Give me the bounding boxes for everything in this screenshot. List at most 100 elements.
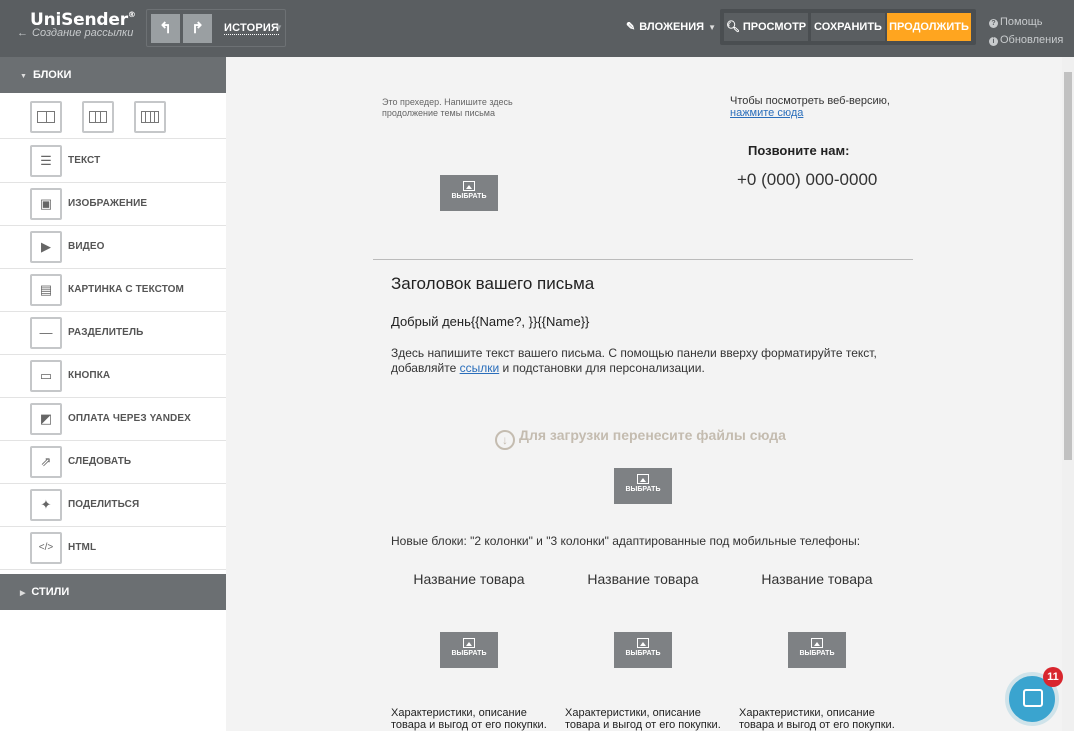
block-label: РАЗДЕЛИТЕЛЬ — [68, 327, 144, 338]
undo-arrow-icon: ↰ — [159, 20, 172, 37]
continue-button[interactable]: ПРОДОЛЖИТЬ — [887, 13, 971, 41]
attachments-dropdown[interactable]: ✎ ВЛОЖЕНИЯ ▼ — [626, 20, 716, 33]
follow-icon: ⇗ — [30, 446, 62, 478]
block-label: КНОПКА — [68, 370, 111, 381]
three-columns-icon — [89, 111, 107, 123]
undo-button[interactable]: ↰ — [151, 14, 180, 43]
action-buttons: 🔍︎ ПРОСМОТР СОХРАНИТЬ ПРОДОЛЖИТЬ — [720, 9, 976, 45]
blocks-section-header[interactable]: ▼ БЛОКИ — [0, 57, 226, 93]
chevron-down-icon[interactable]: ▼ — [275, 23, 283, 32]
product-name[interactable]: Название товара — [730, 571, 904, 587]
product-description[interactable]: Характеристики, описание товара и выгод … — [565, 707, 735, 731]
info-icon: i — [989, 37, 998, 46]
divider-icon: — — [30, 317, 62, 349]
chevron-down-icon: ▼ — [708, 23, 716, 32]
two-columns-icon — [37, 111, 55, 123]
email-title[interactable]: Заголовок вашего письма — [391, 274, 594, 294]
block-label: ВИДЕО — [68, 241, 105, 252]
block-button[interactable]: ▭ КНОПКА — [0, 355, 226, 398]
product-name[interactable]: Название товара — [556, 571, 730, 587]
email-divider — [373, 259, 913, 260]
body-text[interactable]: Здесь напишите текст вашего письма. С по… — [391, 346, 911, 376]
block-text[interactable]: ☰ ТЕКСТ — [0, 140, 226, 183]
text-icon: ☰ — [30, 145, 62, 177]
help-link[interactable]: ? Помощь — [989, 13, 1063, 31]
block-label: КАРТИНКА С ТЕКСТОМ — [68, 284, 184, 295]
image-icon: ▣ — [30, 188, 62, 220]
updates-link[interactable]: i Обновления — [989, 31, 1063, 49]
product-description[interactable]: Характеристики, описание товара и выгод … — [391, 707, 561, 731]
block-label: ИЗОБРАЖЕНИЕ — [68, 198, 148, 209]
back-arrow-icon: ← — [17, 27, 28, 39]
choose-image-button[interactable]: ВЫБРАТЬ — [788, 632, 846, 668]
button-icon: ▭ — [30, 360, 62, 392]
webversion-link[interactable]: нажмите сюда — [730, 107, 803, 119]
greeting-text[interactable]: Добрый день{{Name?, }}{{Name}} — [391, 314, 589, 329]
video-icon: ▶ — [30, 231, 62, 263]
sidebar: ▼ БЛОКИ ☰ ТЕКСТ ▣ ИЗОБРАЖЕНИЕ ▶ ВИДЕО ▤ К… — [0, 57, 226, 731]
choose-image-button[interactable]: ВЫБРАТЬ — [614, 468, 672, 504]
image-icon — [637, 474, 649, 484]
phone-number[interactable]: +0 (000) 000-0000 — [737, 170, 877, 190]
column-layouts — [0, 93, 226, 139]
product-name[interactable]: Название товара — [382, 571, 556, 587]
choose-image-button[interactable]: ВЫБРАТЬ — [440, 175, 498, 211]
chat-widget[interactable]: 11 — [993, 663, 1073, 731]
block-label: ТЕКСТ — [68, 155, 101, 166]
block-image-text[interactable]: ▤ КАРТИНКА С ТЕКСТОМ — [0, 269, 226, 312]
two-columns-block[interactable] — [30, 101, 62, 133]
email-canvas: Это прехедер. Напишите здесь продолжение… — [226, 57, 1062, 731]
file-drop-zone[interactable]: ↓ Для загрузки перенесите файлы сюда — [495, 427, 786, 450]
image-icon — [811, 638, 823, 648]
image-text-icon: ▤ — [30, 274, 62, 306]
preheader-text[interactable]: Это прехедер. Напишите здесь продолжение… — [382, 97, 532, 119]
question-icon: ? — [989, 19, 998, 28]
links-link[interactable]: ссылки — [460, 361, 500, 375]
four-columns-block[interactable] — [134, 101, 166, 133]
unread-badge: 11 — [1043, 667, 1063, 687]
preview-button[interactable]: 🔍︎ ПРОСМОТР — [724, 13, 808, 41]
image-icon — [637, 638, 649, 648]
payment-icon: ◩ — [30, 403, 62, 435]
choose-image-button[interactable]: ВЫБРАТЬ — [440, 632, 498, 668]
triangle-down-icon: ▼ — [20, 73, 27, 80]
block-label: HTML — [68, 542, 97, 553]
help-links: ? Помощь i Обновления — [989, 13, 1063, 49]
four-columns-icon — [141, 111, 159, 123]
magnifier-icon: 🔍︎ — [725, 21, 743, 33]
block-html[interactable]: </> HTML — [0, 527, 226, 570]
paperclip-icon: ✎ — [626, 21, 636, 33]
email-body: Это прехедер. Напишите здесь продолжение… — [373, 57, 913, 731]
triangle-right-icon: ▶ — [20, 590, 26, 597]
download-arrow-icon: ↓ — [495, 430, 515, 450]
call-us-label: Позвоните нам: — [748, 143, 850, 158]
save-button[interactable]: СОХРАНИТЬ — [811, 13, 885, 41]
webversion-block[interactable]: Чтобы посмотреть веб-версию, нажмите сюд… — [730, 95, 890, 119]
history-dropdown[interactable]: ИСТОРИЯ — [224, 22, 280, 35]
block-divider[interactable]: — РАЗДЕЛИТЕЛЬ — [0, 312, 226, 355]
block-video[interactable]: ▶ ВИДЕО — [0, 226, 226, 269]
twitter-icon: ✦ — [30, 489, 62, 521]
block-yandex-payment[interactable]: ◩ ОПЛАТА ЧЕРЕЗ YANDEX — [0, 398, 226, 441]
block-label: ПОДЕЛИТЬСЯ — [68, 499, 140, 510]
back-link[interactable]: ← Создание рассылки — [17, 27, 133, 39]
block-label: СЛЕДОВАТЬ — [68, 456, 132, 467]
product-description[interactable]: Характеристики, описание товара и выгод … — [739, 707, 909, 731]
new-blocks-text[interactable]: Новые блоки: "2 колонки" и "3 колонки" а… — [391, 534, 860, 548]
block-label: ОПЛАТА ЧЕРЕЗ YANDEX — [68, 413, 191, 424]
redo-arrow-icon: ↱ — [191, 20, 204, 37]
block-image[interactable]: ▣ ИЗОБРАЖЕНИЕ — [0, 183, 226, 226]
redo-button[interactable]: ↱ — [183, 14, 212, 43]
block-share[interactable]: ✦ ПОДЕЛИТЬСЯ — [0, 484, 226, 527]
styles-section-header[interactable]: ▶ СТИЛИ — [0, 574, 226, 610]
top-bar: UniSender® ← Создание рассылки ↰ ↱ ИСТОРИ… — [0, 0, 1074, 57]
code-icon: </> — [30, 532, 62, 564]
chat-icon — [1023, 689, 1043, 707]
block-follow[interactable]: ⇗ СЛЕДОВАТЬ — [0, 441, 226, 484]
choose-image-button[interactable]: ВЫБРАТЬ — [614, 632, 672, 668]
webversion-text: Чтобы посмотреть веб-версию, — [730, 95, 890, 107]
three-columns-block[interactable] — [82, 101, 114, 133]
scrollbar-thumb[interactable] — [1064, 72, 1072, 460]
image-icon — [463, 638, 475, 648]
image-icon — [463, 181, 475, 191]
